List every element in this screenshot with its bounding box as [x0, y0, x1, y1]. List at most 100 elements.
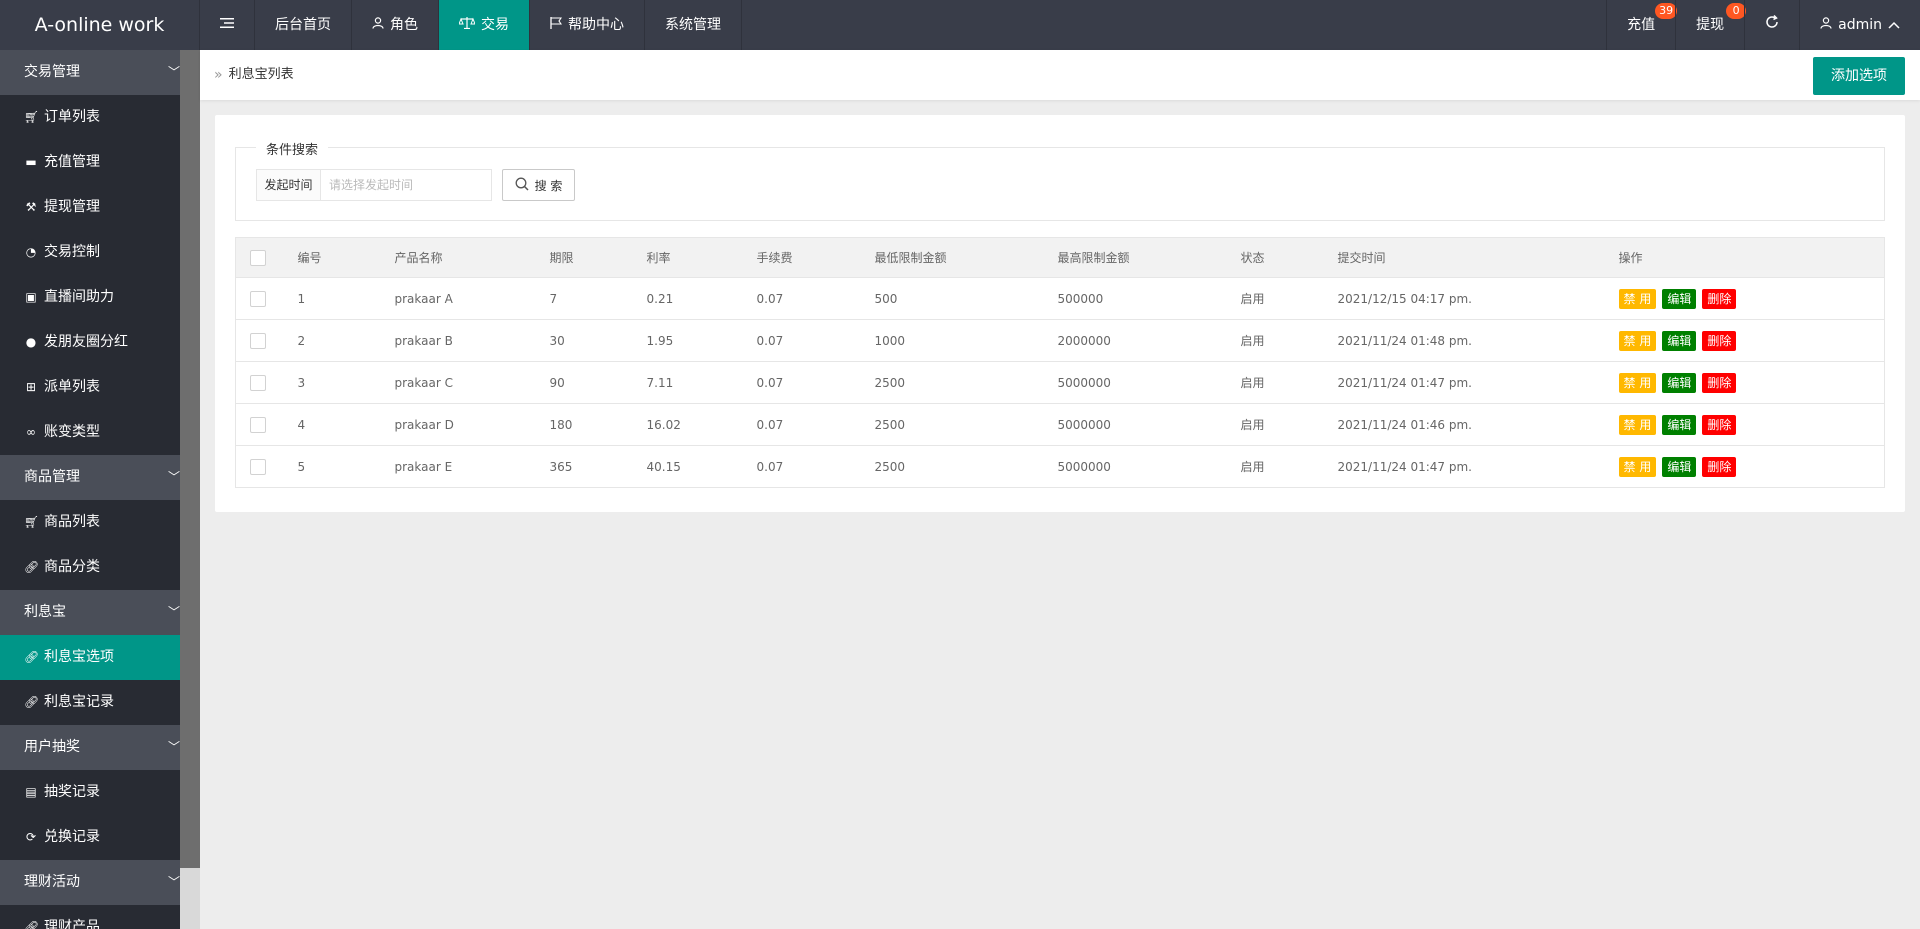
cell-status: 启用 [1240, 403, 1338, 446]
row-checkbox[interactable] [250, 458, 266, 475]
sidebar-scrollbar[interactable] [180, 50, 200, 929]
delete-button[interactable]: 删除 [1702, 414, 1737, 435]
nav-item-system[interactable]: 系统管理 [645, 0, 742, 50]
cell-term: 30 [549, 319, 647, 362]
nav-item-help[interactable]: 帮助中心 [530, 0, 645, 50]
cell-rate: 0.21 [646, 277, 757, 320]
disable-button[interactable]: 禁 用 [1618, 456, 1657, 477]
row-checkbox[interactable] [250, 332, 266, 349]
app-logo[interactable]: A-online work [0, 0, 200, 50]
sidebar-group-goods[interactable]: 商品管理 ﹀ [0, 455, 180, 500]
refresh-button[interactable] [1744, 0, 1799, 50]
sidebar-item-trade-control[interactable]: ◔ 交易控制 [0, 230, 180, 275]
scale-icon [458, 0, 476, 50]
cell-actions: 禁 用编辑 删除 [1618, 277, 1885, 320]
sidebar-item-lottery-records[interactable]: ▤ 抽奖记录 [0, 770, 180, 815]
delete-button[interactable]: 删除 [1702, 456, 1737, 477]
sidebar-item-label: 利息宝记录 [44, 694, 114, 710]
delete-button[interactable]: 删除 [1702, 288, 1737, 309]
row-select-cell [235, 403, 298, 446]
breadcrumb-bar: » 利息宝列表 添加选项 [200, 50, 1920, 100]
cell-actions: 禁 用编辑 删除 [1618, 319, 1885, 362]
edit-button[interactable]: 编辑 [1662, 372, 1697, 393]
row-checkbox[interactable] [250, 374, 266, 391]
edit-button[interactable]: 编辑 [1662, 414, 1697, 435]
nav-item-label: 系统管理 [665, 17, 721, 33]
link-icon: 🔗︎ [24, 560, 40, 574]
edit-button[interactable]: 编辑 [1662, 456, 1697, 477]
sidebar-item-account-change-type[interactable]: ∞ 账变类型 [0, 410, 180, 455]
cell-max-amount: 500000 [1057, 277, 1241, 320]
cell-id: 5 [297, 445, 395, 488]
sidebar-item-interest-options[interactable]: 🔗︎ 利息宝选项 [0, 635, 180, 680]
cell-time: 2021/11/24 01:47 pm. [1337, 361, 1619, 404]
chevron-down-icon: ﹀ [168, 65, 180, 79]
sidebar-group-finance[interactable]: 理财活动 ﹀ [0, 860, 180, 905]
sidebar-item-moments-bonus[interactable]: ● 发朋友圈分红 [0, 320, 180, 365]
sidebar-item-withdraw[interactable]: ⚒ 提现管理 [0, 185, 180, 230]
user-menu[interactable]: admin [1799, 0, 1920, 50]
row-select-cell [235, 361, 298, 404]
link-icon: 🔗︎ [24, 920, 40, 929]
sidebar-group-lottery[interactable]: 用户抽奖 ﹀ [0, 725, 180, 770]
search-row: 发起时间 搜 索 [256, 169, 575, 201]
disable-button[interactable]: 禁 用 [1618, 288, 1657, 309]
nav-item-label: 交易 [481, 17, 509, 33]
recharge-link[interactable]: 充值 39 [1606, 0, 1678, 50]
col-header-fee: 手续费 [756, 237, 875, 278]
user-icon [1820, 0, 1832, 50]
top-header: A-online work 后台首页 角色 交易 帮助中心 系统管理 充值 39… [0, 0, 1920, 50]
refresh-icon [1765, 0, 1779, 50]
gavel-icon: ⚒ [25, 200, 37, 214]
add-option-button[interactable]: 添加选项 [1813, 57, 1905, 95]
edit-button[interactable]: 编辑 [1662, 288, 1697, 309]
sidebar-item-goods-list[interactable]: 🛒︎ 商品列表 [0, 500, 180, 545]
select-all-checkbox[interactable] [250, 249, 266, 266]
row-checkbox[interactable] [250, 290, 266, 307]
col-header-min-amount: 最低限制金额 [874, 237, 1058, 278]
cell-status: 启用 [1240, 361, 1338, 404]
sidebar-item-finance-products[interactable]: 🔗︎ 理财产品 [0, 905, 180, 929]
cell-actions: 禁 用编辑 删除 [1618, 403, 1885, 446]
search-legend: 条件搜索 [256, 139, 329, 158]
nav-item-home[interactable]: 后台首页 [255, 0, 352, 50]
search-icon [515, 177, 529, 194]
disable-button[interactable]: 禁 用 [1618, 372, 1657, 393]
sidebar-item-exchange-records[interactable]: ⟳ 兑换记录 [0, 815, 180, 860]
sidebar-item-live-assist[interactable]: ▣ 直播间助力 [0, 275, 180, 320]
cell-term: 90 [549, 361, 647, 404]
sidebar-item-goods-category[interactable]: 🔗︎ 商品分类 [0, 545, 180, 590]
sidebar-scrollbar-thumb[interactable] [180, 868, 200, 929]
withdraw-link[interactable]: 提现 0 [1675, 0, 1747, 50]
col-header-term: 期限 [549, 237, 647, 278]
edit-button[interactable]: 编辑 [1662, 330, 1697, 351]
breadcrumb: » 利息宝列表 [214, 50, 294, 100]
sidebar-toggle-button[interactable] [200, 0, 255, 50]
cell-actions: 禁 用编辑 删除 [1618, 445, 1885, 488]
sidebar-item-recharge[interactable]: ▬ 充值管理 [0, 140, 180, 185]
cell-status: 启用 [1240, 445, 1338, 488]
disable-button[interactable]: 禁 用 [1618, 330, 1657, 351]
sidebar-group-interest[interactable]: 利息宝 ﹀ [0, 590, 180, 635]
table-row: 1 prakaar A 7 0.21 0.07 500 500000 启用 20… [235, 277, 1885, 320]
nav-item-label: 后台首页 [275, 17, 331, 33]
cart-icon: 🛒︎ [24, 110, 40, 124]
main-content: » 利息宝列表 添加选项 条件搜索 发起时间 搜 索 [200, 50, 1920, 929]
delete-button[interactable]: 删除 [1702, 372, 1737, 393]
search-button[interactable]: 搜 索 [502, 169, 575, 201]
cell-id: 1 [297, 277, 395, 320]
delete-button[interactable]: 删除 [1702, 330, 1737, 351]
sidebar-item-label: 兑换记录 [44, 829, 100, 845]
sidebar-item-interest-records[interactable]: 🔗︎ 利息宝记录 [0, 680, 180, 725]
sidebar-item-dispatch-list[interactable]: ⊞ 派单列表 [0, 365, 180, 410]
cell-rate: 16.02 [646, 403, 757, 446]
sidebar-item-label: 利息宝选项 [44, 649, 114, 665]
sidebar-item-orders[interactable]: 🛒︎ 订单列表 [0, 95, 180, 140]
nav-item-role[interactable]: 角色 [352, 0, 439, 50]
nav-item-trade[interactable]: 交易 [439, 0, 530, 50]
time-input[interactable] [321, 170, 491, 200]
disable-button[interactable]: 禁 用 [1618, 414, 1657, 435]
sidebar-group-trade[interactable]: 交易管理 ﹀ [0, 50, 180, 95]
list-card: 条件搜索 发起时间 搜 索 编号 产品名称 [215, 115, 1905, 512]
row-checkbox[interactable] [250, 416, 266, 433]
